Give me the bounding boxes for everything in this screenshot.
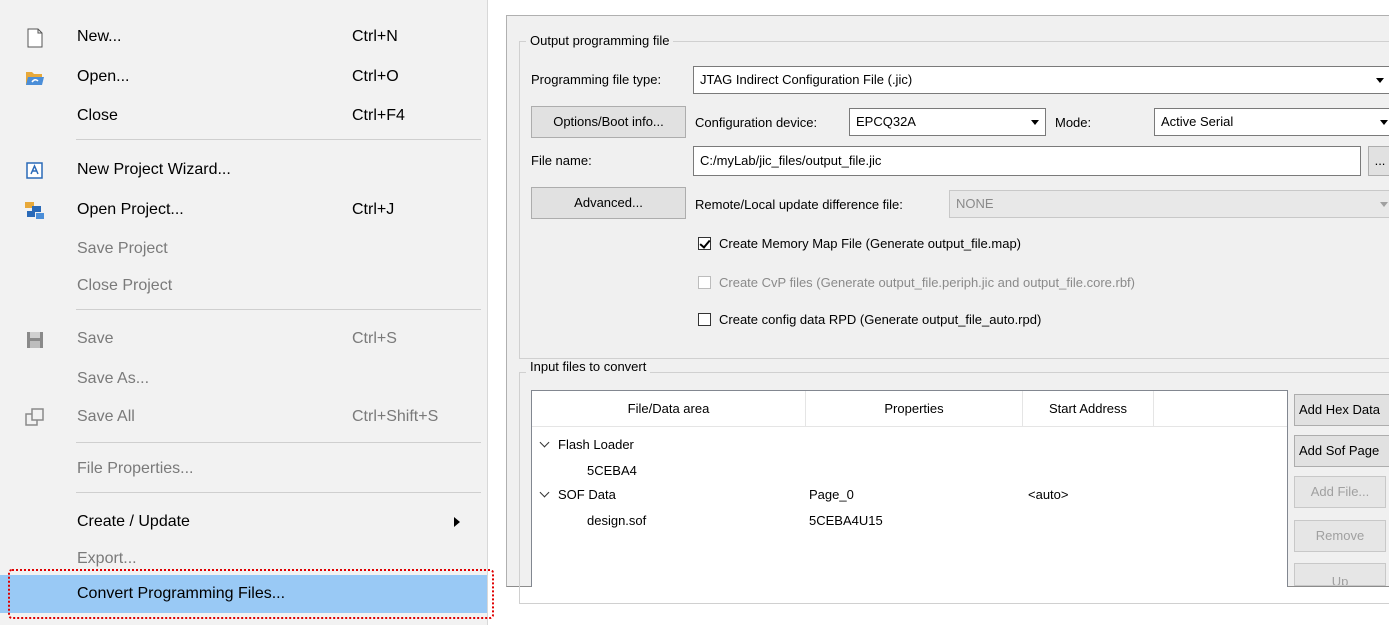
menu-separator [76, 139, 481, 140]
menu-item-label: Close Project [77, 277, 173, 294]
input-group-title: Input files to convert [526, 359, 651, 374]
file-type-select[interactable]: JTAG Indirect Configuration File (.jic) [693, 66, 1389, 94]
tree-cell-flash-loader: Flash Loader [558, 437, 634, 452]
expand-chevron-icon[interactable] [539, 437, 550, 448]
menu-item-new-project-wizard[interactable]: New Project Wizard... [0, 151, 487, 189]
rpd-label: Create config data RPD (Generate output_… [719, 312, 1042, 327]
tree-cell-design-sof-props: 5CEBA4U15 [809, 513, 883, 528]
remote-local-update-label: Remote/Local update difference file: [695, 197, 903, 212]
menu-shortcut: Ctrl+Shift+S [352, 408, 439, 425]
menu-separator [76, 309, 481, 310]
menu-shortcut: Ctrl+N [352, 28, 398, 45]
menu-separator [76, 492, 481, 493]
file-type-label: Programming file type: [531, 72, 662, 87]
tree-cell-sof-data: SOF Data [558, 487, 616, 502]
menu-item-label: Close [77, 107, 118, 124]
save-icon [24, 329, 46, 351]
tree-cell-design-sof: design.sof [587, 513, 647, 528]
menu-item-label: Create / Update [77, 513, 190, 530]
options-boot-info-button[interactable]: Options/Boot info... [531, 106, 686, 138]
configuration-device-value: EPCQ32A [856, 114, 916, 129]
input-files-tree[interactable]: File/Data area Properties Start Address … [531, 390, 1288, 587]
column-header-start-address[interactable]: Start Address [1023, 391, 1154, 427]
dropdown-arrow-icon [1380, 120, 1388, 125]
submenu-arrow-icon [454, 517, 460, 527]
add-sof-page-button[interactable]: Add Sof Page [1294, 435, 1389, 467]
menu-item-file-properties[interactable]: File Properties... [0, 450, 487, 488]
open-folder-icon [24, 67, 46, 89]
add-file-button[interactable]: Add File... [1294, 476, 1386, 508]
menu-item-label: Save [77, 330, 114, 347]
menu-shortcut: Ctrl+J [352, 201, 395, 218]
menu-item-save-as[interactable]: Save As... [0, 360, 487, 398]
menu-item-create-update[interactable]: Create / Update [0, 503, 487, 541]
expand-chevron-icon[interactable] [539, 487, 550, 498]
menu-shortcut: Ctrl+S [352, 330, 397, 347]
configuration-device-label: Configuration device: [695, 115, 818, 130]
mode-select[interactable]: Active Serial [1154, 108, 1389, 136]
open-project-icon [24, 200, 46, 222]
remote-local-update-value: NONE [956, 196, 994, 211]
menu-item-save-all[interactable]: Save All Ctrl+Shift+S [0, 398, 487, 436]
cvp-files-label: Create CvP files (Generate output_file.p… [719, 275, 1135, 290]
browse-button[interactable]: ... [1368, 146, 1389, 176]
menu-item-open-project[interactable]: Open Project... Ctrl+J [0, 191, 487, 229]
tree-cell-sof-address: <auto> [1028, 487, 1069, 502]
column-header-file-data-area[interactable]: File/Data area [532, 391, 806, 427]
mode-label: Mode: [1055, 115, 1092, 130]
output-group-title: Output programming file [526, 33, 674, 48]
file-type-value: JTAG Indirect Configuration File (.jic) [700, 72, 913, 87]
rpd-checkbox[interactable] [698, 313, 711, 326]
menu-separator [76, 442, 481, 443]
dropdown-arrow-icon [1380, 202, 1388, 207]
menu-item-label: New Project Wizard... [77, 161, 231, 178]
menu-shortcut: Ctrl+O [352, 68, 399, 85]
file-name-label: File name: [531, 153, 592, 168]
menu-item-label: Save All [77, 408, 135, 425]
configuration-device-select[interactable]: EPCQ32A [849, 108, 1046, 136]
menu-item-close[interactable]: Close Ctrl+F4 [0, 97, 487, 135]
menu-item-label: Save Project [77, 240, 168, 257]
remove-button[interactable]: Remove [1294, 520, 1386, 552]
menu-shortcut: Ctrl+F4 [352, 107, 405, 124]
menu-item-close-project[interactable]: Close Project [0, 267, 487, 305]
menu-item-save-project[interactable]: Save Project [0, 230, 487, 268]
highlight-outline [8, 569, 494, 619]
memory-map-checkbox[interactable] [698, 237, 711, 250]
cvp-files-checkbox[interactable] [698, 276, 711, 289]
convert-programming-files-dialog: Output programming file Programming file… [506, 15, 1389, 604]
up-button[interactable]: Up [1294, 563, 1386, 586]
new-file-icon [24, 27, 46, 49]
dropdown-arrow-icon [1376, 78, 1384, 83]
menu-item-new[interactable]: New... Ctrl+N [0, 18, 487, 56]
menu-item-label: Save As... [77, 370, 150, 387]
menu-item-label: New... [77, 28, 122, 45]
file-name-value: C:/myLab/jic_files/output_file.jic [700, 153, 882, 168]
menu-item-label: File Properties... [77, 460, 194, 477]
column-header-properties[interactable]: Properties [806, 391, 1023, 427]
column-header-empty [1154, 391, 1287, 427]
save-all-icon [24, 407, 46, 429]
tree-cell-flash-child: 5CEBA4 [587, 463, 637, 478]
project-wizard-icon [24, 160, 46, 182]
checkmark-icon [699, 237, 711, 249]
advanced-button[interactable]: Advanced... [531, 187, 686, 219]
file-menu: New... Ctrl+N Open... Ctrl+O Close Ctrl+… [0, 0, 494, 625]
mode-value: Active Serial [1161, 114, 1234, 129]
menu-item-label: Open Project... [77, 201, 184, 218]
menu-item-label: Open... [77, 68, 130, 85]
menu-item-open[interactable]: Open... Ctrl+O [0, 58, 487, 96]
add-hex-data-button[interactable]: Add Hex Data [1294, 394, 1389, 426]
memory-map-label: Create Memory Map File (Generate output_… [719, 236, 1022, 251]
tree-cell-sof-page: Page_0 [809, 487, 854, 502]
dropdown-arrow-icon [1031, 120, 1039, 125]
file-name-input[interactable]: C:/myLab/jic_files/output_file.jic [693, 146, 1361, 176]
menu-item-save[interactable]: Save Ctrl+S [0, 320, 487, 358]
remote-local-update-select[interactable]: NONE [949, 190, 1389, 218]
